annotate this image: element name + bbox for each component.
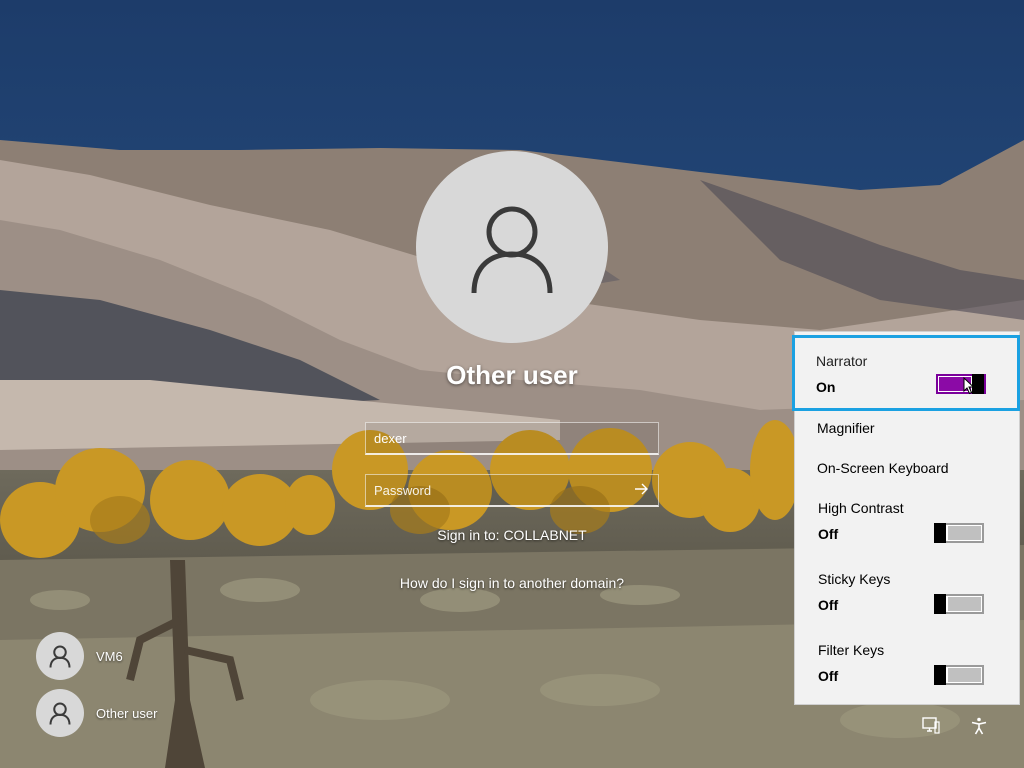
sticky-keys-item[interactable]: Sticky Keys Off	[795, 571, 1021, 631]
narrator-item[interactable]: Narrator On	[792, 335, 1020, 411]
mouse-cursor-icon	[963, 377, 975, 395]
filter-keys-toggle[interactable]	[934, 665, 984, 685]
arrow-right-icon[interactable]	[632, 481, 652, 501]
filter-keys-label: Filter Keys	[818, 642, 885, 658]
person-icon	[471, 206, 553, 294]
user-avatar	[416, 151, 608, 343]
filter-keys-state: Off	[818, 668, 839, 684]
other-domain-link[interactable]: How do I sign in to another domain?	[362, 575, 662, 591]
sticky-keys-toggle[interactable]	[934, 594, 984, 614]
username-input[interactable]	[366, 423, 658, 453]
network-icon[interactable]	[920, 715, 942, 737]
narrator-state: On	[816, 379, 836, 395]
magnifier-item[interactable]: Magnifier	[817, 420, 875, 436]
avatar	[36, 689, 84, 737]
person-icon	[49, 645, 71, 668]
high-contrast-toggle[interactable]	[934, 523, 984, 543]
username-field[interactable]	[365, 422, 659, 455]
filter-keys-item[interactable]: Filter Keys Off	[795, 642, 1021, 702]
user-tile-vm6[interactable]: VM6	[36, 632, 123, 680]
narrator-label: Narrator	[816, 353, 868, 369]
high-contrast-label: High Contrast	[818, 500, 904, 516]
avatar	[36, 632, 84, 680]
high-contrast-state: Off	[818, 526, 839, 542]
user-tile-label: Other user	[96, 705, 158, 721]
display-name: Other user	[446, 360, 578, 390]
sticky-keys-label: Sticky Keys	[818, 571, 891, 587]
onscreen-keyboard-item[interactable]: On-Screen Keyboard	[817, 460, 949, 476]
narrator-toggle[interactable]	[936, 374, 986, 394]
password-field[interactable]	[365, 474, 659, 507]
sticky-keys-state: Off	[818, 597, 839, 613]
ease-of-access-icon[interactable]	[968, 715, 990, 737]
sign-in-domain-text: Sign in to: COLLABNET	[437, 527, 587, 543]
user-tile-label: VM6	[96, 648, 123, 664]
person-icon	[49, 702, 71, 725]
ease-of-access-flyout: Narrator On Magnifier On-Screen Keyboard…	[792, 331, 1021, 705]
password-input[interactable]	[366, 475, 658, 505]
high-contrast-item[interactable]: High Contrast Off	[795, 500, 1021, 560]
user-tile-other-user[interactable]: Other user	[36, 689, 157, 737]
